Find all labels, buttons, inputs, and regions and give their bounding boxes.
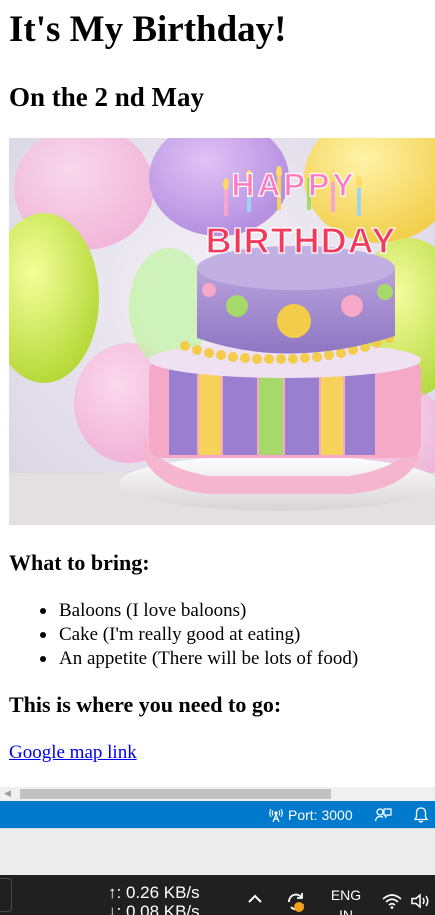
language-indicator[interactable]: ENG IN xyxy=(326,885,366,915)
net-upload: ↑: 0.26 KB/s xyxy=(108,883,200,902)
wifi-icon[interactable] xyxy=(382,893,402,909)
port-indicator[interactable]: Port: 3000 xyxy=(268,801,353,828)
page-subtitle: On the 2 nd May xyxy=(9,82,205,112)
chevron-up-icon[interactable] xyxy=(246,893,264,905)
bring-list: Baloons (I love baloons) Cake (I'm reall… xyxy=(39,599,359,671)
windows-taskbar: ↑: 0.26 KB/s ↓: 0.08 KB/s ENG IN xyxy=(0,875,435,915)
taskbar-app-button[interactable] xyxy=(0,878,12,912)
list-item: Cake (I'm really good at eating) xyxy=(39,623,358,647)
birthday-cake-image: HAPPY BIRTHDAY xyxy=(9,138,435,525)
directions-heading: This is where you need to go: xyxy=(9,692,282,717)
page-title: It's My Birthday! xyxy=(9,9,287,50)
list-item: Baloons (I love baloons) xyxy=(39,599,358,623)
feedback-icon[interactable] xyxy=(374,806,392,824)
scroll-left-arrow-icon[interactable]: ◀ xyxy=(4,790,11,799)
horizontal-scrollbar[interactable]: ◀ xyxy=(0,787,435,801)
list-item: An appetite (There will be lots of food) xyxy=(39,648,359,669)
lang-code: ENG xyxy=(330,887,362,903)
window-frame-bar xyxy=(0,828,435,875)
google-map-link[interactable]: Google map link xyxy=(9,741,137,765)
net-download: ↓: 0.08 KB/s xyxy=(108,902,200,915)
network-speed: ↑: 0.26 KB/s ↓: 0.08 KB/s xyxy=(108,883,200,915)
lang-region: IN xyxy=(339,907,353,915)
editor-status-bar: Port: 3000 xyxy=(0,801,435,828)
cake-text-top: HAPPY xyxy=(231,167,356,203)
browser-page: It's My Birthday! On the 2 nd May HAPPY … xyxy=(0,0,435,787)
bring-heading: What to bring: xyxy=(9,550,150,575)
bell-icon[interactable] xyxy=(412,806,430,824)
broadcast-icon xyxy=(269,808,283,822)
scrollbar-thumb[interactable] xyxy=(20,789,331,799)
cake-text-bottom: BIRTHDAY xyxy=(206,220,397,261)
update-icon[interactable] xyxy=(285,891,309,913)
port-label: Port: 3000 xyxy=(288,806,353,823)
volume-icon[interactable] xyxy=(410,893,432,909)
